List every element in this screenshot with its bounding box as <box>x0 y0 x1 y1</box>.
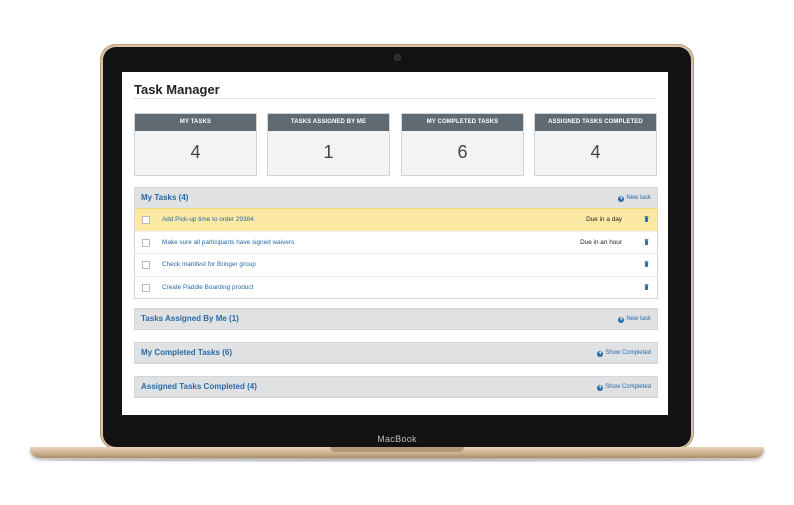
device-brand-label: MacBook <box>377 434 417 444</box>
task-checkbox[interactable] <box>142 238 150 247</box>
assigned-by-me-header[interactable]: Tasks Assigned By Me (1) + New task <box>135 309 657 329</box>
task-title[interactable]: Make sure all participants have signed w… <box>162 232 294 253</box>
task-checkbox[interactable] <box>142 261 150 269</box>
show-completed-label: Show Completed <box>605 350 651 356</box>
assigned-completed-title[interactable]: Assigned Tasks Completed (4) <box>141 377 257 397</box>
assigned-completed-header[interactable]: Assigned Tasks Completed (4) + Show Compl… <box>135 377 657 397</box>
my-completed-header[interactable]: My Completed Tasks (6) + Show Completed <box>135 343 657 363</box>
show-completed-label: Show Completed <box>605 384 651 390</box>
new-task-label: New task <box>626 316 651 322</box>
card-assigned-tasks-completed[interactable]: ASSIGNED TASKS COMPLETED 4 <box>534 113 657 176</box>
laptop-shadow <box>40 458 754 462</box>
assigned-by-me-panel: Tasks Assigned By Me (1) + New task <box>134 308 658 330</box>
task-row[interactable]: Check manifest for Bringer group <box>135 253 657 276</box>
show-completed-button[interactable]: + Show Completed <box>597 343 651 363</box>
laptop-notch <box>330 447 464 452</box>
camera <box>395 55 400 60</box>
card-value: 1 <box>323 142 334 162</box>
show-completed-button[interactable]: + Show Completed <box>597 377 651 397</box>
my-tasks-header[interactable]: My Tasks (4) + New task <box>135 188 657 208</box>
task-row[interactable]: Make sure all participants have signed w… <box>135 230 657 254</box>
title-divider <box>134 98 656 99</box>
card-my-completed-tasks[interactable]: MY COMPLETED TASKS 6 <box>401 113 524 176</box>
card-tasks-assigned-by-me[interactable]: TASKS ASSIGNED BY ME 1 <box>267 113 390 176</box>
card-value: 4 <box>590 142 601 162</box>
plus-circle-icon: + <box>597 384 604 391</box>
assigned-by-me-title[interactable]: Tasks Assigned By Me (1) <box>141 309 239 329</box>
trash-icon[interactable] <box>644 238 649 245</box>
my-tasks-title[interactable]: My Tasks (4) <box>141 188 188 208</box>
task-due: Due in an hour <box>580 238 622 246</box>
card-value: 6 <box>457 142 468 162</box>
card-value: 4 <box>190 142 201 162</box>
card-my-tasks[interactable]: MY TASKS 4 <box>134 113 257 176</box>
card-label: ASSIGNED TASKS COMPLETED <box>535 114 656 131</box>
task-checkbox[interactable] <box>142 283 150 292</box>
new-task-label: New task <box>626 195 651 201</box>
plus-circle-icon: + <box>597 350 604 357</box>
card-label: MY TASKS <box>135 114 256 131</box>
page-title: Task Manager <box>134 82 220 97</box>
new-task-button[interactable]: + New task <box>618 188 651 208</box>
assigned-completed-panel: Assigned Tasks Completed (4) + Show Compl… <box>134 376 658 398</box>
task-title[interactable]: Create Paddle Boarding product <box>162 277 253 298</box>
card-label: TASKS ASSIGNED BY ME <box>268 114 389 131</box>
app-screen: Task Manager MY TASKS 4 TASKS ASSIGNED B… <box>122 72 668 415</box>
plus-circle-icon: + <box>618 195 625 202</box>
new-task-button[interactable]: + New task <box>618 309 651 329</box>
task-checkbox[interactable] <box>142 216 150 224</box>
task-due: Due in a day <box>586 216 622 223</box>
trash-icon[interactable] <box>644 283 649 290</box>
trash-icon[interactable] <box>644 216 649 222</box>
my-tasks-panel: My Tasks (4) + New task Add Pick-up time … <box>134 187 658 299</box>
my-completed-title[interactable]: My Completed Tasks (6) <box>141 343 232 363</box>
task-title[interactable]: Add Pick-up time to order 29384 <box>162 209 254 230</box>
task-title[interactable]: Check manifest for Bringer group <box>162 254 256 275</box>
card-label: MY COMPLETED TASKS <box>402 114 523 131</box>
task-row[interactable]: Create Paddle Boarding product <box>135 275 657 299</box>
trash-icon[interactable] <box>644 261 649 267</box>
plus-circle-icon: + <box>618 316 625 323</box>
task-row[interactable]: Add Pick-up time to order 29384 Due in a… <box>135 208 657 231</box>
my-completed-panel: My Completed Tasks (6) + Show Completed <box>134 342 658 364</box>
